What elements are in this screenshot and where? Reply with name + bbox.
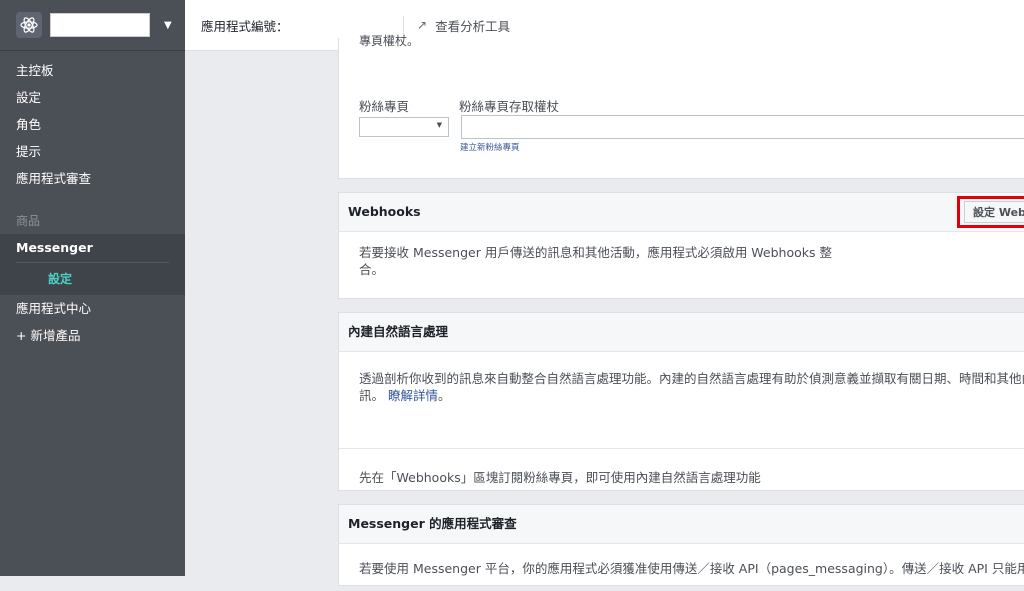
nlp-body-line2: 訊。 瞭解詳情。 xyxy=(359,387,1004,404)
dropdown-arrow-icon: ▼ xyxy=(436,121,442,129)
page-access-token-field[interactable] xyxy=(461,115,1024,139)
highlight-box xyxy=(957,196,1024,228)
token-card-cut-text: 專頁權杖。 xyxy=(359,34,420,48)
sidebar-item-app-center[interactable]: 應用程式中心 xyxy=(0,295,185,322)
sidebar: ▼ 主控板 設定 角色 提示 應用程式審查 商品 Messenger 設定 應用… xyxy=(0,0,185,576)
nlp-body-line1: 透過剖析你收到的訊息來自動整合自然語言處理功能。內建的自然語言處理有助於偵測意義… xyxy=(359,371,1024,386)
nlp-card-footer: 先在「Webhooks」區塊訂閱粉絲專頁，即可使用內建自然語言處理功能 xyxy=(339,449,1024,500)
messenger-app-review-card: Messenger 的應用程式審查 若要使用 Messenger 平台，你的應用… xyxy=(338,504,1024,586)
app-name-field[interactable] xyxy=(50,13,150,37)
token-field-label: 粉絲專頁存取權杖 xyxy=(459,99,560,114)
sidebar-sub-wrap: 設定 xyxy=(0,262,185,295)
sidebar-nav: 主控板 設定 角色 提示 應用程式審查 商品 Messenger 設定 應用程式… xyxy=(0,51,185,349)
sidebar-item-roles[interactable]: 角色 xyxy=(0,111,185,138)
webhooks-card-title: Webhooks xyxy=(339,193,1024,232)
review-card-body: 若要使用 Messenger 平台，你的應用程式必須獲准使用傳送／接收 API（… xyxy=(339,544,1024,591)
sidebar-item-app-review[interactable]: 應用程式審查 xyxy=(0,165,185,192)
webhooks-body-line2: 合。 xyxy=(359,262,385,277)
page-field-label: 粉絲專頁 xyxy=(359,99,410,114)
webhooks-body-line1: 若要接收 Messenger 用戶傳送的訊息和其他活動，應用程式必須啟用 Web… xyxy=(359,245,832,260)
webhooks-card: Webhooks 若要接收 Messenger 用戶傳送的訊息和其他活動，應用程… xyxy=(338,192,1024,299)
nlp-card-body: 透過剖析你收到的訊息來自動整合自然語言處理功能。內建的自然語言處理有助於偵測意義… xyxy=(339,352,1024,449)
sidebar-item-messenger[interactable]: Messenger xyxy=(0,234,185,262)
webhooks-card-body: 若要接收 Messenger 用戶傳送的訊息和其他活動，應用程式必須啟用 Web… xyxy=(339,232,1024,292)
sidebar-item-alerts[interactable]: 提示 xyxy=(0,138,185,165)
built-in-nlp-card: 內建自然語言處理 透過剖析你收到的訊息來自動整合自然語言處理功能。內建的自然語言… xyxy=(338,312,1024,491)
review-body-text: 若要使用 Messenger 平台，你的應用程式必須獲准使用傳送／接收 API（… xyxy=(359,561,1024,576)
nlp-body-line2-suffix: 。 xyxy=(438,388,451,403)
app-id-label: 應用程式編號： xyxy=(201,18,289,34)
page-select[interactable]: ▼ xyxy=(359,117,449,137)
atom-icon xyxy=(16,12,42,38)
create-page-link[interactable]: 建立新粉絲專頁 xyxy=(460,141,520,153)
view-analytics-label: 查看分析工具 xyxy=(435,18,511,34)
nlp-card-title: 內建自然語言處理 xyxy=(339,313,1024,352)
app-switcher[interactable]: ▼ xyxy=(0,0,185,51)
sidebar-item-settings[interactable]: 設定 xyxy=(0,84,185,111)
sidebar-section-products: 商品 xyxy=(16,214,41,228)
trend-arrow-icon: ↗ xyxy=(417,18,428,32)
nlp-body-line2-prefix: 訊。 xyxy=(359,388,385,403)
token-generation-card: 專頁權杖。 粉絲專頁 粉絲專頁存取權杖 ▼ 建立新粉絲專頁 xyxy=(338,34,1024,179)
chevron-down-icon[interactable]: ▼ xyxy=(164,20,172,31)
nlp-footer-text: 先在「Webhooks」區塊訂閱粉絲專頁，即可使用內建自然語言處理功能 xyxy=(359,470,761,485)
sidebar-item-dashboard[interactable]: 主控板 xyxy=(0,57,185,84)
sidebar-item-add-product[interactable]: + 新增產品 xyxy=(0,322,185,349)
review-card-title: Messenger 的應用程式審查 xyxy=(339,505,1024,544)
sidebar-item-messenger-settings[interactable]: 設定 xyxy=(16,262,169,295)
learn-more-link[interactable]: 瞭解詳情 xyxy=(388,388,438,403)
